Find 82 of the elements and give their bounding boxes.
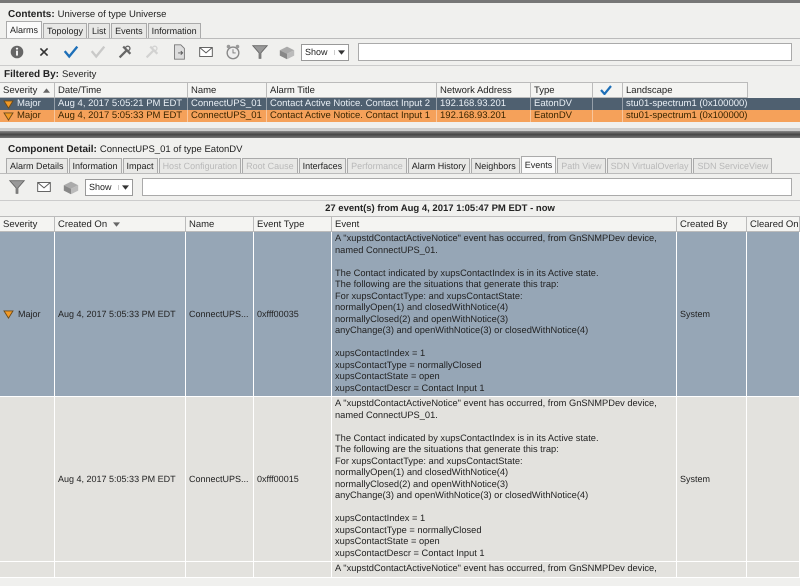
warning-triangle-icon [3,100,14,108]
column-header[interactable]: Name [188,82,267,98]
table-cell: Major [17,110,41,122]
column-header[interactable]: Event [332,216,677,232]
splitter-bar[interactable] [0,131,800,138]
tab[interactable]: Information [148,23,201,38]
tab[interactable]: Events [111,23,147,38]
table-cell: ConnectUPS... [189,309,249,319]
section-title: Universe of type Universe [58,9,166,20]
column-header[interactable]: Event Type [254,216,332,232]
section-label: Contents: [8,9,55,20]
wrench-icon[interactable] [116,43,134,61]
column-header[interactable]: Created On [55,216,186,232]
column-header[interactable]: Created By [677,216,747,232]
table-cell: Major [17,98,41,110]
table-cell: Major [18,309,41,319]
caret-icon [334,50,345,54]
table-cell: A "xupstdContactActiveNotice" event has occurred, from GnSNMPDev device, named ConnectUPS_01. The Contact indicated by xupsContactIndex is in its Active state. The following are the situations that generate this trap: For xupsContactType: and xupsContactState: normallyOpen(1) and closedWithNotice(4) normallyClosed(2) and openWithNotice(3) anyChange(3) and openWithNotice(3) or closedWithNotice(4) xupsContactIndex = 1 xupsContactType = normallyClosed xupsContactState = open xupsContactDescr = Contact Input 1 [335,398,657,559]
column-header[interactable]: Network Address [437,82,531,98]
column-header[interactable]: Alarm Title [267,82,437,98]
table-cell: stu01-spectrum1 (0x100000) [626,98,748,110]
column-header[interactable]: Severity [0,216,55,232]
event-row[interactable] [0,397,800,562]
table-cell: ConnectUPS_01 [191,98,262,110]
alarm-row[interactable]: Major Aug 4, 2017 5:05:33 PM EDT ConnectUPS_01 Contact Active Notice. Contact Input 1 192.168.93.201 EatonDV stu01-spectrum1 (0x100000) [0,110,800,122]
caret-icon [118,184,129,190]
table-cell: EatonDV [534,98,572,110]
table-cell: stu01-spectrum1 (0x100000) [626,110,748,122]
filter-value: Severity [62,69,96,80]
table-cell: EatonDV [534,110,572,122]
table-cell: Contact Active Notice. Contact Input 1 [270,110,430,122]
table-cell: A "xupstdContactActiveNotice" event has occurred, from GnSNMPDev device, [335,563,657,574]
table-cell: System [680,309,710,319]
column-header[interactable]: Landscape [623,82,748,98]
tab[interactable]: Alarm Details [6,158,68,173]
event-row[interactable] [0,232,800,397]
show-dropdown[interactable]: Show [301,44,349,60]
table-cell: 0xfff00035 [257,309,299,319]
table-cell: Contact Active Notice. Contact Input 2 [270,98,430,110]
filter-label: Filtered By: [4,69,60,80]
warning-triangle-icon [3,310,14,318]
column-header[interactable]: Cleared On [747,216,800,232]
table-cell: Aug 4, 2017 5:05:33 PM EDT [58,110,182,122]
tab[interactable]: Impact [122,158,158,173]
table-cell: Aug 4, 2017 5:05:21 PM EDT [58,98,182,110]
table-cell: A "xupstdContactActiveNotice" event has occurred, from GnSNMPDev device, named ConnectUPS_01. The Contact indicated by xupsContactIndex is in its Active state. The following are the situations that generate this trap: For xupsContactType: and xupsContactState: normallyOpen(1) and closedWithNotice(4) normallyClosed(2) and openWithNotice(3) anyChange(3) and openWithNotice(3) or closedWithNotice(4) xupsContactIndex = 1 xupsContactType = normallyClosed xupsContactState = open xupsContactDescr = Contact Input 1 [335,233,657,394]
column-header[interactable]: Type [531,82,593,98]
alarm-row[interactable]: Major Aug 4, 2017 5:05:21 PM EDT ConnectUPS_01 Contact Active Notice. Contact Input 2 192.168.93.201 EatonDV stu01-spectrum1 (0x100000) [0,98,800,110]
search-field[interactable] [142,178,792,196]
table-cell: Aug 4, 2017 5:05:33 PM EDT [58,474,176,484]
table-cell: System [680,474,710,484]
table-cell: ConnectUPS_01 [191,110,262,122]
tab[interactable]: Events [520,156,556,173]
events-summary: 27 event(s) from Aug 4, 2017 1:05:47 PM EDT - now [325,203,555,214]
tab[interactable]: Alarms [6,21,42,38]
section-title: ConnectUPS_01 of type EatonDV [100,144,242,155]
show-dropdown[interactable]: Show [85,178,133,196]
table-cell: 192.168.93.201 [440,98,506,110]
tab[interactable]: Topology [43,23,88,38]
column-header[interactable]: Severity [0,82,55,98]
search-field[interactable] [358,43,792,61]
table-cell: 192.168.93.201 [440,110,506,122]
alarm-clock-icon[interactable] [224,43,242,61]
table-cell: ConnectUPS... [189,474,249,484]
tab[interactable]: Alarm History [408,158,470,173]
table-cell: 0xfff00015 [257,474,299,484]
funnel-icon[interactable] [251,43,269,61]
table-cell: Aug 4, 2017 5:05:33 PM EDT [58,309,176,319]
tab[interactable]: Interfaces [298,158,346,173]
checkmark-icon [600,85,612,95]
tab[interactable]: Information [68,158,122,173]
checkmark-icon[interactable] [62,43,80,61]
tab[interactable]: List [88,23,110,38]
tab[interactable]: Neighbors [470,158,520,173]
event-row[interactable]: A "xupstdContactActiveNotice" event has occurred, from GnSNMPDev device, [0,562,800,578]
funnel-icon[interactable] [8,178,26,196]
column-header[interactable]: Name [186,216,254,232]
section-label: Component Detail: [8,144,97,155]
info-icon[interactable] [8,43,26,61]
column-header[interactable]: Date/Time [55,82,188,98]
column-header[interactable] [593,82,623,98]
warning-triangle-icon [3,112,14,120]
